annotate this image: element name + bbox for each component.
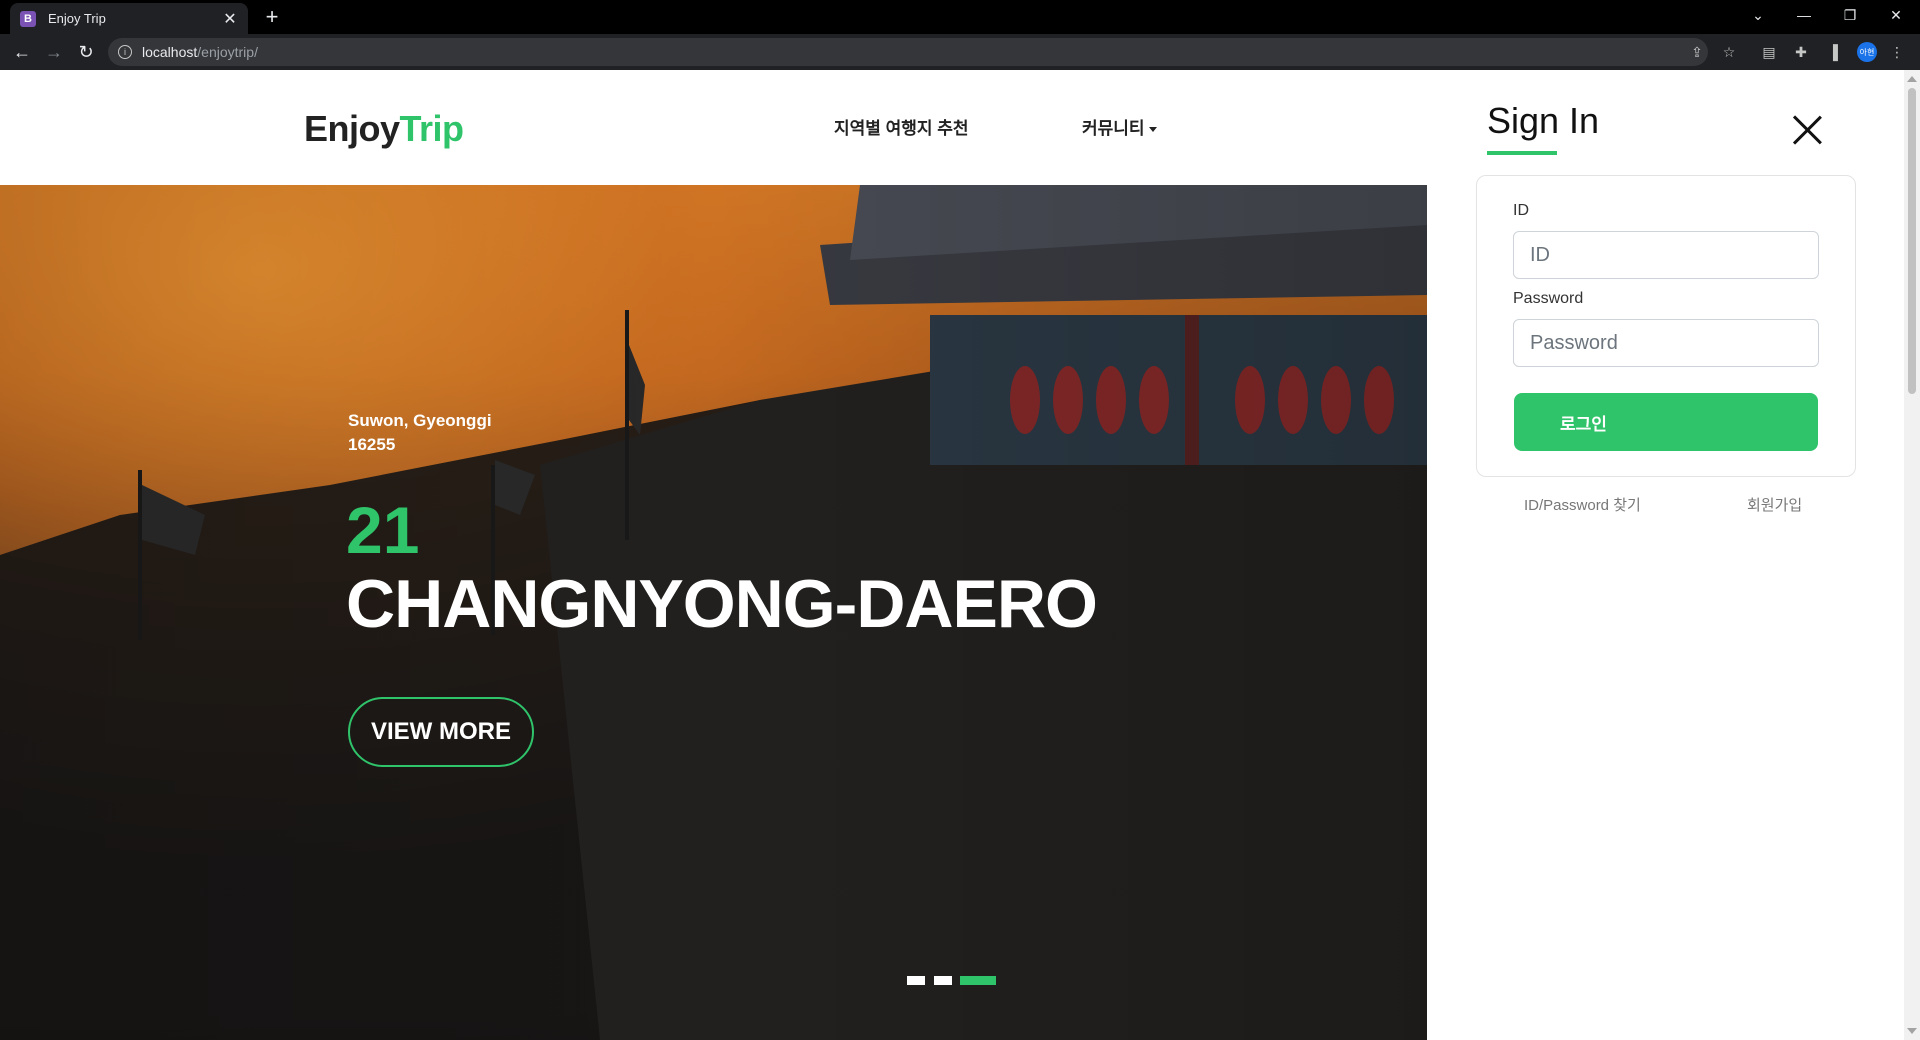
site-info-icon[interactable]: i xyxy=(118,45,132,59)
login-form-card: ID Password 로그인 xyxy=(1476,175,1856,477)
signin-offcanvas-panel: Sign In ID Password 로그인 ID/Password 찾기 회… xyxy=(1427,70,1900,1040)
carousel-indicator-1[interactable] xyxy=(907,976,925,985)
hero-street-name: CHANGNYONG-DAERO xyxy=(346,566,1098,642)
forward-icon[interactable]: → xyxy=(42,40,66,64)
carousel-indicator-3-active[interactable] xyxy=(960,976,996,985)
browser-toolbar: ← → ↻ i localhost/enjoytrip/ ⇪ ☆ ▤ ✚ ▐ 아… xyxy=(0,34,1920,70)
scroll-up-arrow-icon[interactable] xyxy=(1907,76,1917,82)
hero-address-city: Suwon, Gyeonggi xyxy=(348,411,492,430)
url-path: /enjoytrip/ xyxy=(197,44,258,60)
new-tab-icon[interactable]: + xyxy=(260,5,284,29)
logo-text-trip: Trip xyxy=(399,108,465,149)
nav-community-label: 커뮤니티 xyxy=(1082,119,1145,138)
extension-app-icon[interactable]: ▤ xyxy=(1759,42,1779,62)
extensions-puzzle-icon[interactable]: ✚ xyxy=(1791,42,1811,62)
reload-icon[interactable]: ↻ xyxy=(74,40,98,64)
share-icon[interactable]: ⇪ xyxy=(1687,42,1707,62)
signup-link[interactable]: 회원가입 xyxy=(1747,494,1802,515)
site-header: EnjoyTrip 지역별 여행지 추천 커뮤니티 xyxy=(0,70,1427,185)
signin-title: Sign In xyxy=(1487,100,1600,141)
hero-carousel: Suwon, Gyeonggi 16255 21 CHANGNYONG-DAER… xyxy=(0,185,1427,1040)
profile-avatar[interactable]: 아현 xyxy=(1857,42,1877,62)
find-id-password-link[interactable]: ID/Password 찾기 xyxy=(1524,494,1641,515)
nav-item-regional-recommendations[interactable]: 지역별 여행지 추천 xyxy=(834,114,969,139)
dropdown-caret-icon xyxy=(1148,127,1157,133)
browser-menu-icon[interactable]: ⋮ xyxy=(1887,42,1907,62)
back-icon[interactable]: ← xyxy=(10,40,34,64)
view-more-button[interactable]: VIEW MORE xyxy=(348,697,534,767)
scroll-thumb[interactable] xyxy=(1908,88,1916,394)
browser-tab[interactable]: B Enjoy Trip ✕ xyxy=(10,3,248,34)
tab-search-icon[interactable]: ⌄ xyxy=(1736,0,1780,30)
bookmark-star-icon[interactable]: ☆ xyxy=(1719,42,1739,62)
url-host: localhost xyxy=(142,44,198,60)
window-close-icon[interactable]: ✕ xyxy=(1874,0,1918,30)
hero-address-postcode: 16255 xyxy=(348,435,396,454)
restore-icon[interactable]: ❐ xyxy=(1828,0,1872,30)
address-bar[interactable]: i localhost/enjoytrip/ xyxy=(108,38,1708,66)
hero-street-number: 21 xyxy=(346,493,420,567)
tab-title: Enjoy Trip xyxy=(48,11,106,26)
id-label: ID xyxy=(1513,202,1529,219)
browser-tab-bar: B Enjoy Trip ✕ + ⌄ — ❐ ✕ xyxy=(0,0,1920,34)
logo-text-enjoy: Enjoy xyxy=(304,108,400,149)
minimize-icon[interactable]: — xyxy=(1782,0,1826,30)
scroll-down-arrow-icon[interactable] xyxy=(1907,1028,1917,1034)
carousel-indicator-2[interactable] xyxy=(934,976,952,985)
title-underline xyxy=(1487,151,1557,155)
site-logo[interactable]: EnjoyTrip xyxy=(304,108,464,150)
login-button[interactable]: 로그인 xyxy=(1514,393,1818,451)
page-scrollbar[interactable] xyxy=(1904,70,1920,1040)
bootstrap-favicon-icon: B xyxy=(20,10,36,27)
side-panel-icon[interactable]: ▐ xyxy=(1823,42,1843,62)
password-label: Password xyxy=(1513,290,1584,307)
password-input[interactable] xyxy=(1513,319,1819,367)
nav-item-community[interactable]: 커뮤니티 xyxy=(1082,114,1157,139)
tab-close-icon[interactable]: ✕ xyxy=(222,9,238,29)
close-icon[interactable] xyxy=(1792,115,1822,145)
page: EnjoyTrip 지역별 여행지 추천 커뮤니티 Suwon, Gyeongg… xyxy=(0,70,1920,1040)
id-input[interactable] xyxy=(1513,231,1819,279)
